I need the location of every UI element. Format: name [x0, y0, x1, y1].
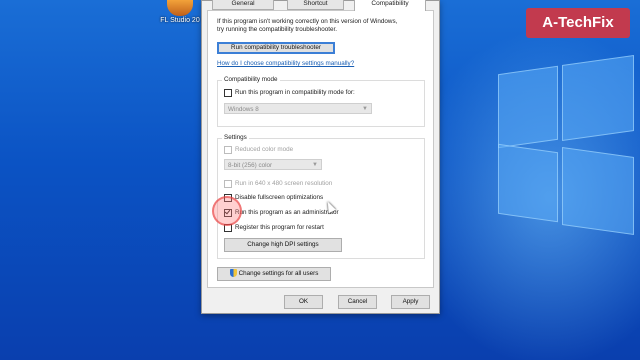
- tab-strip: General Shortcut Compatibility: [202, 0, 439, 11]
- tab-shortcut[interactable]: Shortcut: [287, 0, 344, 10]
- settings-group: Settings Reduced color mode 8-bit (256) …: [217, 134, 425, 259]
- logo-pane: [498, 143, 558, 223]
- change-all-users-label: Change settings for all users: [238, 270, 319, 277]
- logo-pane: [562, 54, 634, 142]
- click-highlight-ring: [212, 196, 242, 226]
- register-restart-label: Register this program for restart: [235, 224, 324, 231]
- ok-button[interactable]: OK: [284, 295, 323, 309]
- logo-pane: [498, 65, 558, 149]
- properties-dialog: General Shortcut Compatibility If this p…: [201, 0, 440, 314]
- apply-button[interactable]: Apply: [391, 295, 430, 309]
- uac-shield-icon: [229, 269, 237, 278]
- resolution-checkbox[interactable]: [224, 180, 232, 188]
- brand-watermark: A-TechFix: [526, 8, 630, 38]
- compatibility-mode-group: Compatibility mode Run this program in c…: [217, 76, 425, 127]
- chevron-down-icon: ▼: [312, 162, 318, 168]
- resolution-label: Run in 640 x 480 screen resolution: [235, 180, 333, 187]
- logo-pane: [562, 146, 634, 236]
- reduced-color-label: Reduced color mode: [235, 146, 294, 153]
- fullscreen-optimizations-label: Disable fullscreen optimizations: [235, 194, 324, 201]
- compatibility-mode-title: Compatibility mode: [222, 76, 280, 83]
- settings-title: Settings: [222, 134, 249, 141]
- compat-mode-select-value: Windows 8: [228, 106, 259, 113]
- fl-studio-icon: [167, 0, 193, 16]
- compat-mode-label: Run this program in compatibility mode f…: [235, 89, 355, 96]
- color-depth-select-value: 8-bit (256) color: [228, 162, 273, 169]
- tab-general[interactable]: General: [212, 0, 274, 10]
- color-depth-select[interactable]: 8-bit (256) color ▼: [224, 159, 322, 170]
- intro-text-line2: try running the compatibility troublesho…: [217, 26, 338, 33]
- run-troubleshooter-button[interactable]: Run compatibility troubleshooter: [217, 42, 335, 54]
- help-link[interactable]: How do I choose compatibility settings m…: [217, 60, 354, 67]
- change-all-users-button[interactable]: Change settings for all users: [217, 267, 331, 281]
- change-dpi-button[interactable]: Change high DPI settings: [224, 238, 342, 252]
- compat-mode-checkbox[interactable]: [224, 89, 232, 97]
- compatibility-panel: If this program isn't working correctly …: [207, 10, 434, 288]
- intro-text-line1: If this program isn't working correctly …: [217, 18, 398, 25]
- cancel-button[interactable]: Cancel: [338, 295, 377, 309]
- tab-compatibility[interactable]: Compatibility: [354, 0, 426, 11]
- chevron-down-icon: ▼: [362, 106, 368, 112]
- run-as-admin-label: Run this program as an administrator: [235, 209, 339, 216]
- reduced-color-checkbox[interactable]: [224, 146, 232, 154]
- windows-logo-wallpaper: [488, 54, 638, 290]
- compat-mode-select[interactable]: Windows 8 ▼: [224, 103, 372, 114]
